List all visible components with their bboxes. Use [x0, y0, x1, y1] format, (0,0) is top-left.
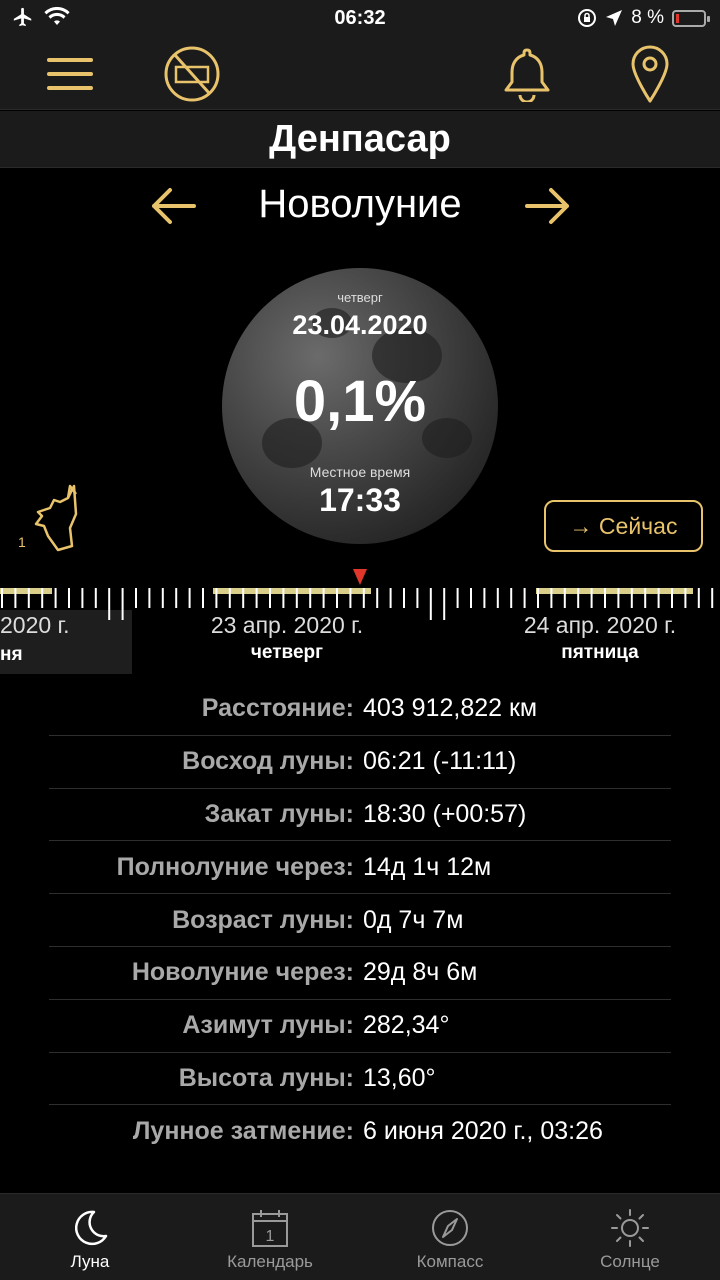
info-row: Закат луны: 18:30 (+00:57)	[49, 789, 671, 842]
no-ads-button[interactable]	[162, 44, 222, 104]
wolf-moon-button[interactable]: 1	[16, 480, 86, 554]
wolf-badge: 1	[18, 534, 26, 550]
info-row: Полнолуние через: 14д 1ч 12м	[49, 841, 671, 895]
now-button[interactable]: → Сейчас	[544, 500, 703, 552]
phase-title: Новолуние	[258, 182, 462, 226]
info-value: 14д 1ч 12м	[363, 852, 492, 881]
menu-button[interactable]	[40, 44, 100, 104]
battery-icon	[672, 9, 710, 27]
moon-info-list: Расстояние: 403 912,822 км Восход луны: 06:…	[49, 683, 671, 1158]
status-right: 8 %	[577, 7, 710, 29]
orientation-lock-icon	[578, 9, 597, 27]
local-time-label: Местное время	[309, 464, 411, 480]
moon-date: 23.04.2020	[292, 310, 428, 340]
top-toolbar	[0, 38, 720, 110]
map-pin-icon	[631, 45, 669, 103]
tab-moon[interactable]: Луна	[0, 1194, 180, 1280]
info-value: 13,60°	[363, 1063, 436, 1092]
tab-sun-label: Солнце	[600, 1252, 660, 1271]
phase-navigator: Новолуние	[0, 172, 720, 242]
info-value: 06:21 (-11:11)	[363, 747, 517, 776]
tab-bar: Луна 1 Календарь Компасс Солнце	[0, 1193, 720, 1280]
info-label: Новолуние через:	[131, 958, 354, 987]
notifications-button[interactable]	[497, 44, 557, 104]
moon-icon	[74, 1210, 108, 1246]
info-value: 0д 7ч 7м	[363, 905, 464, 934]
location-arrow-icon	[606, 10, 623, 26]
howling-wolf-icon	[34, 484, 78, 552]
moon-illumination: 0,1%	[293, 369, 427, 434]
info-label: Высота луны:	[178, 1063, 354, 1092]
info-row: Высота луны: 13,60°	[49, 1053, 671, 1106]
info-value: 18:30 (+00:57)	[363, 799, 527, 828]
hamburger-icon	[47, 58, 93, 90]
timeline-current-date: 23 апр. 2020 г.	[210, 612, 364, 638]
info-row: Лунное затмение: 6 июня 2020 г., 03:26	[49, 1105, 671, 1158]
info-label: Закат луны:	[204, 799, 354, 828]
info-value: 29д 8ч 6м	[363, 958, 478, 987]
location-button[interactable]	[620, 44, 680, 104]
info-label: Азимут луны:	[182, 1011, 354, 1040]
timeline-next-date: 24 апр. 2020 г.	[523, 612, 677, 638]
info-label: Возраст луны:	[172, 905, 354, 934]
info-value: 6 июня 2020 г., 03:26	[363, 1117, 603, 1146]
current-time-marker	[353, 569, 367, 585]
tab-moon-label: Луна	[70, 1252, 110, 1271]
city-name: Денпасар	[0, 111, 720, 168]
compass-icon	[432, 1210, 468, 1246]
no-ads-icon	[164, 46, 220, 102]
moon-weekday: четверг	[337, 290, 383, 305]
tab-calendar[interactable]: 1 Календарь	[180, 1194, 360, 1280]
info-value: 282,34°	[363, 1011, 450, 1040]
status-bar: 06:32 8 %	[0, 0, 720, 38]
info-label: Лунное затмение:	[132, 1117, 354, 1146]
timeline-current-day: четверг	[250, 642, 324, 663]
sun-icon	[611, 1209, 649, 1247]
info-row: Расстояние: 403 912,822 км	[49, 683, 671, 736]
calendar-icon: 1	[252, 1210, 288, 1247]
moon-time: 17:33	[319, 482, 401, 518]
info-label: Восход луны:	[182, 747, 354, 776]
info-label: Полнолуние через:	[116, 852, 354, 881]
info-label: Расстояние:	[201, 694, 354, 723]
timeline-prev-day: ня	[0, 644, 23, 665]
info-row: Азимут луны: 282,34°	[49, 1000, 671, 1053]
calendar-icon-number: 1	[266, 1228, 275, 1245]
tab-sun[interactable]: Солнце	[540, 1194, 720, 1280]
timeline-next-day: пятница	[561, 642, 639, 663]
tab-calendar-label: Календарь	[227, 1252, 313, 1271]
info-row: Новолуние через: 29д 8ч 6м	[49, 947, 671, 1000]
moon-disc: четверг 23.04.2020 0,1% Местное время 17…	[222, 268, 498, 544]
timeline-scrubber[interactable]: 2020 г. ня 23 апр. 2020 г. четверг 24 ап…	[0, 560, 720, 676]
timeline-ticks	[0, 569, 714, 620]
info-row: Восход луны: 06:21 (-11:11)	[49, 736, 671, 789]
info-value: 403 912,822 км	[363, 694, 538, 723]
next-phase-arrow-icon[interactable]	[525, 186, 571, 226]
tab-compass[interactable]: Компасс	[360, 1194, 540, 1280]
info-row: Возраст луны: 0д 7ч 7м	[49, 894, 671, 947]
bell-icon	[504, 48, 550, 102]
battery-percent: 8 %	[631, 7, 664, 28]
tab-compass-label: Компасс	[416, 1252, 484, 1271]
